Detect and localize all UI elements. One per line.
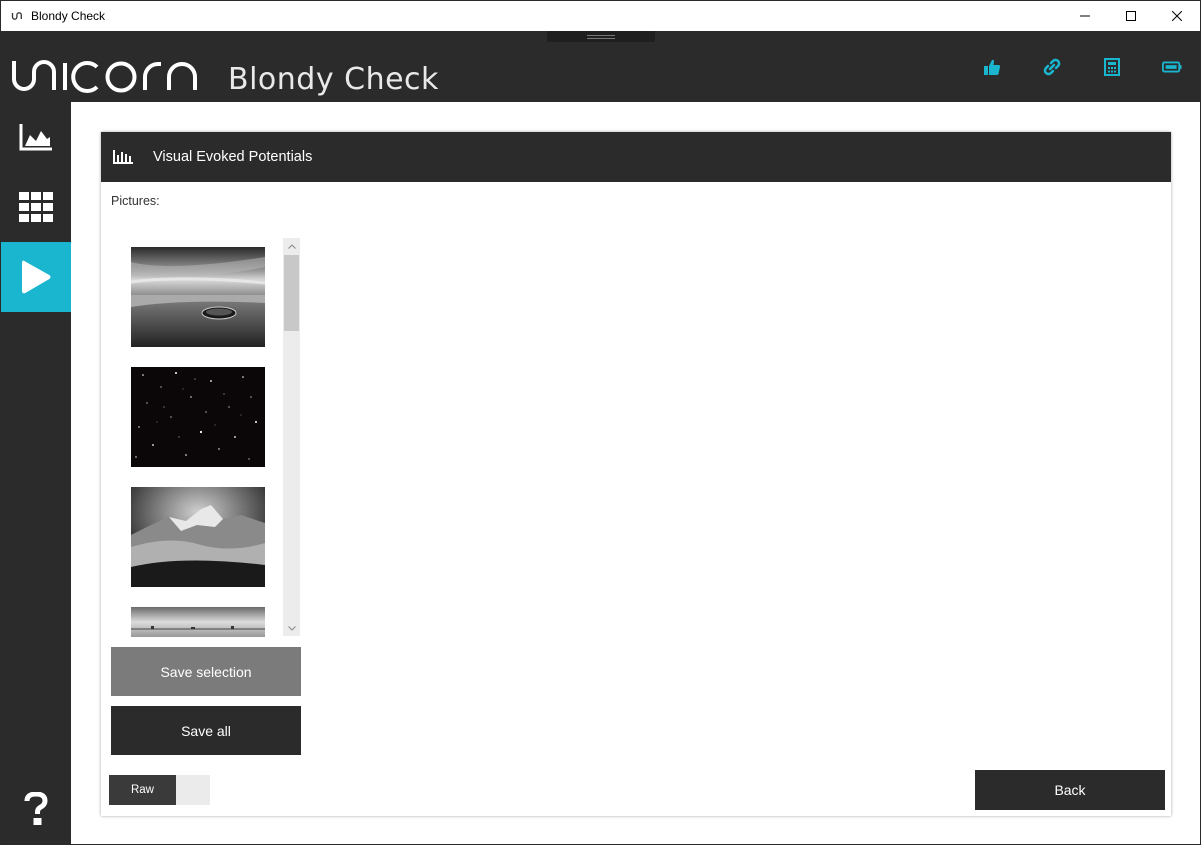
title-bar: Blondy Check [1, 1, 1200, 31]
picture-item[interactable] [131, 247, 265, 347]
app-logo-icon [11, 12, 22, 20]
thumbs-up-button[interactable] [982, 57, 1002, 77]
pictures-label: Pictures: [111, 194, 160, 208]
chevron-up-icon [287, 243, 296, 249]
chevron-down-icon [287, 625, 296, 631]
maximize-button[interactable] [1108, 1, 1154, 31]
play-icon [22, 260, 51, 294]
minimize-button[interactable] [1062, 1, 1108, 31]
sidebar [1, 102, 71, 844]
picture-item[interactable] [131, 607, 265, 637]
vep-panel: Visual Evoked Potentials Pictures: Save … [101, 132, 1171, 816]
help-icon [24, 792, 48, 825]
close-button[interactable] [1154, 1, 1200, 31]
maximize-icon [1126, 11, 1136, 21]
picture-list[interactable] [111, 237, 301, 637]
battery-icon [1162, 61, 1182, 73]
beach-boat-image [131, 247, 265, 347]
header-toolbar [982, 57, 1182, 77]
sidebar-item-grid[interactable] [1, 172, 71, 242]
save-all-button[interactable]: Save all [111, 706, 301, 755]
thumbs-up-icon [984, 59, 1001, 75]
scroll-down-button[interactable] [283, 620, 300, 636]
mountains-image [131, 487, 265, 587]
link-button[interactable] [1042, 57, 1062, 77]
window-controls [1062, 1, 1200, 31]
header-subtitle: Blondy Check [228, 62, 439, 97]
raw-toggle[interactable]: Raw [109, 775, 210, 805]
link-icon [1043, 58, 1061, 76]
picture-item[interactable] [131, 487, 265, 587]
sidebar-item-help[interactable] [1, 774, 71, 844]
back-button[interactable]: Back [975, 770, 1165, 810]
sidebar-item-play[interactable] [1, 242, 71, 312]
sidebar-item-chart[interactable] [1, 102, 71, 172]
calculator-icon [1104, 58, 1120, 76]
close-icon [1172, 11, 1182, 21]
battery-button[interactable] [1162, 57, 1182, 77]
scrollbar-thumb[interactable] [284, 255, 299, 331]
raw-toggle-label[interactable]: Raw [109, 775, 176, 805]
window-title: Blondy Check [31, 9, 106, 23]
unicorn-logo: unicorn [12, 60, 197, 93]
picture-list-scrollbar[interactable] [283, 238, 300, 636]
minimize-icon [1080, 15, 1090, 17]
app-header: unicorn Blondy Check [1, 31, 1200, 102]
panel-header: Visual Evoked Potentials [101, 132, 1171, 182]
panel-title: Visual Evoked Potentials [153, 149, 313, 165]
scroll-up-button[interactable] [283, 238, 300, 254]
drag-handle[interactable] [547, 31, 655, 42]
horizon-image [131, 607, 265, 637]
calculator-button[interactable] [1102, 57, 1122, 77]
picture-item[interactable] [131, 367, 265, 467]
grid-icon [19, 192, 53, 222]
save-selection-button[interactable]: Save selection [111, 647, 301, 696]
main-content: Visual Evoked Potentials Pictures: Save … [71, 102, 1200, 844]
raw-toggle-track[interactable] [176, 775, 210, 805]
chart-area-icon [19, 124, 52, 151]
bar-chart-icon [113, 149, 133, 165]
starfield-image [131, 367, 265, 467]
app-window: Blondy Check Blondy Check Visual Evoked … [0, 0, 1201, 845]
